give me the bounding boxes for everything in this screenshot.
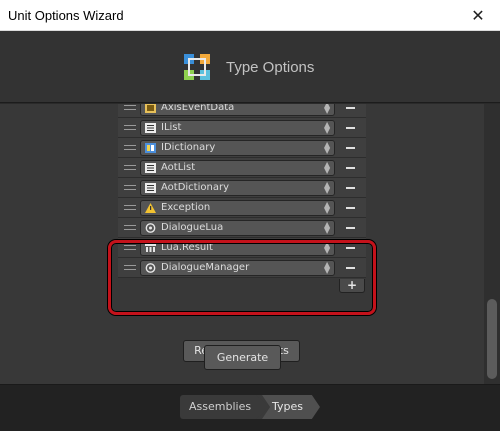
class-icon	[145, 104, 156, 113]
scrollbar-thumb[interactable]	[487, 299, 497, 379]
remove-button[interactable]	[346, 147, 355, 149]
type-selector[interactable]: AotList ▲ ▼	[140, 160, 335, 176]
list-item: Exception ▲ ▼	[118, 198, 366, 218]
type-selector[interactable]: DialogueLua ▲ ▼	[140, 220, 335, 236]
wizard-window: Type Options AxisEventData ▲▼ IList ▲▼	[0, 31, 500, 431]
list-item: DialogueLua ▲ ▼	[118, 218, 366, 238]
type-label: AotDictionary	[161, 182, 229, 193]
list-item: IDictionary ▲ ▼	[118, 138, 366, 158]
window-title: Unit Options Wizard	[8, 8, 124, 23]
dictionary-icon	[145, 143, 156, 153]
exception-icon	[145, 203, 156, 213]
type-label: IDictionary	[161, 142, 216, 153]
list-item: AxisEventData ▲ ▼	[118, 104, 366, 118]
wizard-header: Type Options	[0, 31, 500, 103]
list-icon	[145, 123, 156, 133]
remove-button[interactable]	[346, 107, 355, 109]
drag-handle-icon[interactable]	[124, 185, 136, 190]
chevron-updown-icon: ▲ ▼	[324, 160, 331, 175]
chevron-updown-icon: ▲ ▼	[324, 200, 331, 215]
drag-handle-icon[interactable]	[124, 125, 136, 130]
list-item: AotDictionary ▲ ▼	[118, 178, 366, 198]
chevron-updown-icon: ▲ ▼	[324, 180, 331, 195]
title-bar: Unit Options Wizard ✕	[0, 0, 500, 31]
type-label: IList	[161, 122, 182, 133]
close-icon[interactable]: ✕	[456, 0, 500, 31]
type-selector[interactable]: IList ▲ ▼	[140, 120, 335, 136]
type-selector[interactable]: AxisEventData ▲ ▼	[140, 104, 335, 116]
drag-handle-icon[interactable]	[124, 165, 136, 170]
step-types[interactable]: Types	[262, 395, 320, 419]
page-title: Type Options	[226, 59, 315, 76]
type-selector[interactable]: Exception ▲ ▼	[140, 200, 335, 216]
drag-handle-icon[interactable]	[124, 225, 136, 230]
types-scroll-area[interactable]: AxisEventData ▲ ▼ IList ▲ ▼ IDictionary …	[0, 104, 500, 384]
chevron-updown-icon: ▲ ▼	[324, 220, 331, 235]
wizard-steps: Assemblies Types	[0, 384, 500, 431]
type-selector[interactable]: IDictionary ▲ ▼	[140, 140, 335, 156]
chevron-updown-icon: ▲ ▼	[324, 104, 331, 115]
list-item: IList ▲ ▼	[118, 118, 366, 138]
remove-button[interactable]	[346, 167, 355, 169]
drag-handle-icon[interactable]	[124, 205, 136, 210]
type-label: AotList	[161, 162, 196, 173]
remove-button[interactable]	[346, 227, 355, 229]
list-icon	[145, 183, 156, 193]
unit-options-logo-icon	[184, 54, 210, 80]
list-item: AotList ▲ ▼	[118, 158, 366, 178]
remove-button[interactable]	[346, 187, 355, 189]
type-selector[interactable]: AotDictionary ▲ ▼	[140, 180, 335, 196]
chevron-updown-icon: ▲ ▼	[324, 140, 331, 155]
remove-button[interactable]	[346, 127, 355, 129]
chevron-updown-icon: ▲ ▼	[324, 120, 331, 135]
script-icon	[145, 223, 156, 233]
type-label: Exception	[161, 202, 211, 213]
generate-button[interactable]: Generate	[204, 345, 281, 370]
list-icon	[145, 163, 156, 173]
drag-handle-icon[interactable]	[124, 145, 136, 150]
type-label: DialogueLua	[161, 222, 224, 233]
highlight-annotation	[108, 240, 376, 315]
remove-button[interactable]	[346, 207, 355, 209]
scrollbar[interactable]	[484, 104, 500, 384]
type-label: AxisEventData	[161, 104, 235, 113]
drag-handle-icon[interactable]	[124, 105, 136, 110]
